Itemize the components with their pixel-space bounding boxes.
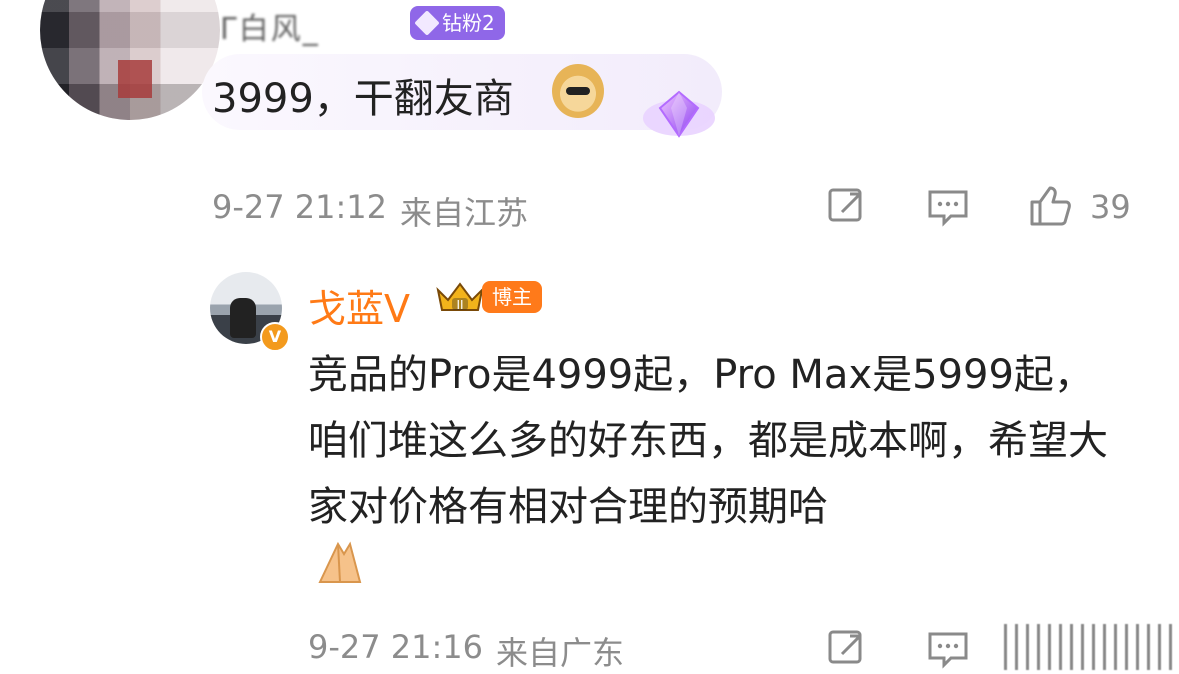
avatar-red-patch <box>118 60 152 98</box>
avatar[interactable] <box>40 0 220 120</box>
svg-text:II: II <box>456 298 463 312</box>
like-area-obscured[interactable] <box>1004 624 1172 670</box>
diamond-icon <box>414 10 440 36</box>
verified-badge-icon: V <box>260 322 290 352</box>
reply-timestamp: 9-27 21:16 <box>308 628 484 666</box>
fan-badge-label: 钻粉2 <box>442 11 495 35</box>
comment-text: 3999，干翻友商 <box>212 76 514 122</box>
thumbs-up-icon[interactable] <box>1026 182 1072 228</box>
comment-location: 来自江苏 <box>400 194 529 232</box>
avatar-person <box>230 298 256 338</box>
doge-emoji-icon <box>552 64 604 118</box>
username[interactable]: Γ​白风_ <box>220 4 410 47</box>
share-icon[interactable] <box>826 186 868 228</box>
comment-icon[interactable] <box>926 186 970 228</box>
like-count: 39 <box>1090 188 1131 226</box>
crown-icon: II <box>436 282 484 312</box>
purple-diamond-icon <box>643 90 715 138</box>
pray-hands-emoji-icon <box>318 541 362 583</box>
reply-location: 来自广东 <box>496 634 625 672</box>
fan-badge[interactable]: 钻粉2 <box>410 6 505 40</box>
username[interactable]: 戈蓝V <box>308 278 410 333</box>
comment-timestamp: 9-27 21:12 <box>212 188 388 226</box>
blogger-badge[interactable]: 博主 <box>482 281 542 313</box>
comment-icon[interactable] <box>926 628 970 670</box>
reply-text: 竞品的Pro是4999起，Pro Max是5999起，咱们堆这么多的好东西，都是… <box>308 352 1108 530</box>
share-icon[interactable] <box>826 628 868 670</box>
